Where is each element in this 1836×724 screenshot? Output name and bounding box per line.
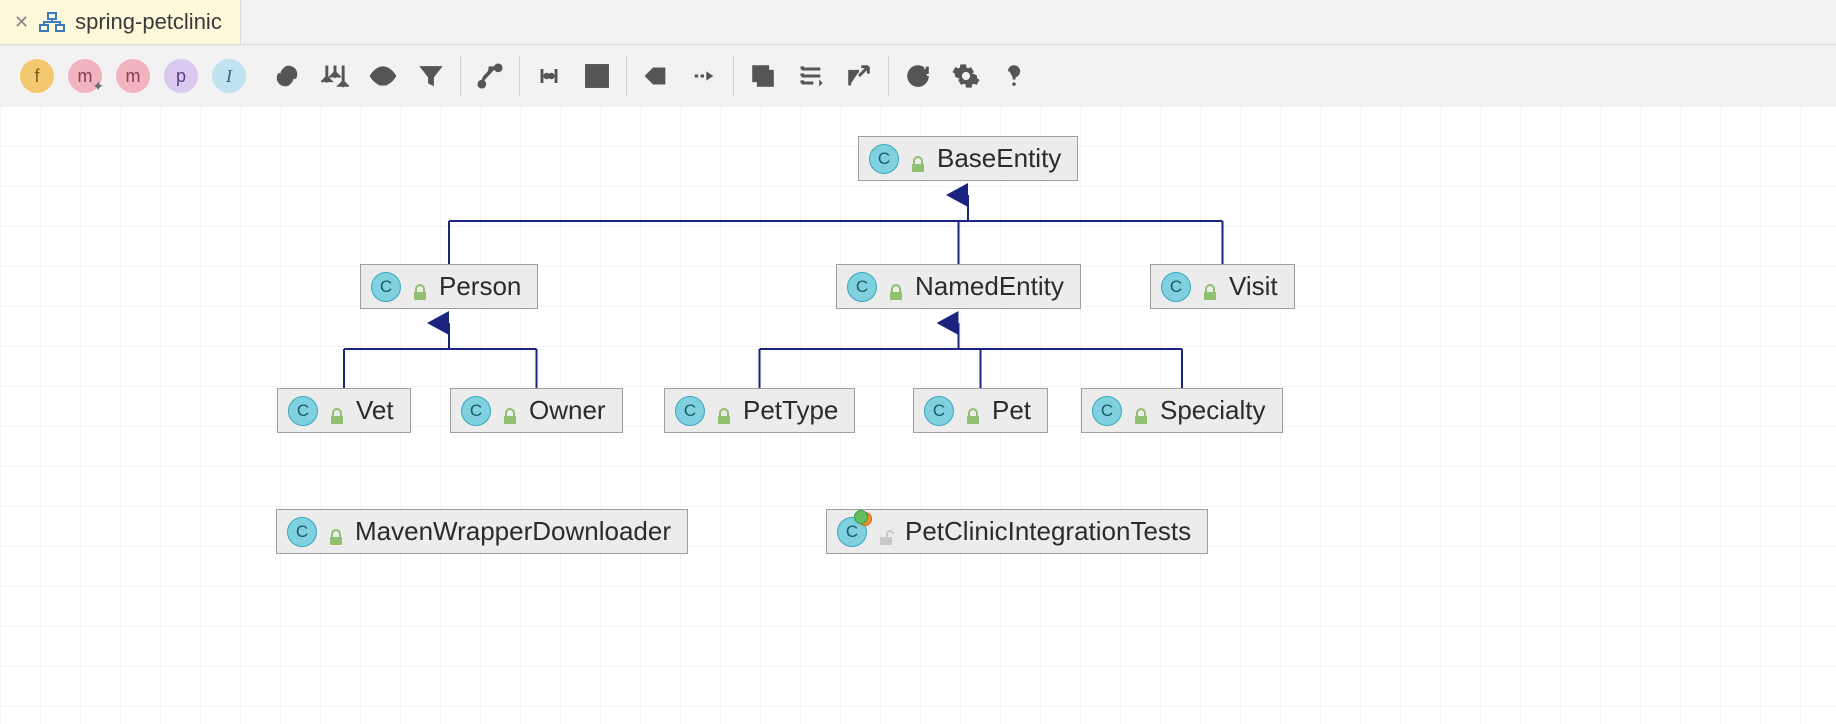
filter-methods-button[interactable]: m <box>116 59 150 93</box>
close-icon[interactable]: ✕ <box>14 12 29 33</box>
class-icon: C <box>288 396 318 426</box>
filter-fields-button[interactable]: f <box>20 59 54 93</box>
tab-title: spring-petclinic <box>75 9 222 35</box>
public-icon <box>1201 278 1219 296</box>
class-name-label: NamedEntity <box>915 271 1064 302</box>
class-node-vet[interactable]: C Vet <box>277 388 411 433</box>
settings-button[interactable] <box>949 59 983 93</box>
filter-constructors-button[interactable]: m✦ <box>68 59 102 93</box>
diagram-icon <box>39 12 65 32</box>
show-dependencies-button[interactable] <box>270 59 304 93</box>
public-icon <box>1132 402 1150 420</box>
refresh-button[interactable] <box>901 59 935 93</box>
class-node-mavenWrapperDownloader[interactable]: C MavenWrapperDownloader <box>276 509 688 554</box>
copy-button[interactable] <box>746 59 780 93</box>
class-icon: C <box>1092 396 1122 426</box>
class-name-label: Vet <box>356 395 394 426</box>
class-node-petClinicIntegrationTests[interactable]: C PetClinicIntegrationTests <box>826 509 1208 554</box>
class-name-label: BaseEntity <box>937 143 1061 174</box>
class-icon: C <box>675 396 705 426</box>
tab-bar: ✕ spring-petclinic <box>0 0 1836 45</box>
class-icon: C <box>869 144 899 174</box>
class-node-owner[interactable]: C Owner <box>450 388 623 433</box>
layout-button[interactable] <box>318 59 352 93</box>
public-icon <box>328 402 346 420</box>
class-node-petType[interactable]: C PetType <box>664 388 855 433</box>
route-edges-button[interactable] <box>473 59 507 93</box>
class-icon: C <box>1161 272 1191 302</box>
class-node-baseEntity[interactable]: C BaseEntity <box>858 136 1078 181</box>
show-implementations-button[interactable] <box>687 59 721 93</box>
class-name-label: PetClinicIntegrationTests <box>905 516 1191 547</box>
class-node-specialty[interactable]: C Specialty <box>1081 388 1283 433</box>
toolbar: f m✦ m p I <box>0 45 1836 108</box>
public-icon <box>715 402 733 420</box>
class-icon: C <box>461 396 491 426</box>
public-icon <box>909 150 927 168</box>
show-parents-button[interactable] <box>639 59 673 93</box>
public-icon <box>964 402 982 420</box>
class-name-label: MavenWrapperDownloader <box>355 516 671 547</box>
class-name-label: Owner <box>529 395 606 426</box>
filter-inner-classes-button[interactable]: I <box>212 59 246 93</box>
help-button[interactable] <box>997 59 1031 93</box>
class-icon: C <box>924 396 954 426</box>
tab-spring-petclinic[interactable]: ✕ spring-petclinic <box>0 0 241 44</box>
class-icon: C <box>287 517 317 547</box>
fit-content-button[interactable] <box>580 59 614 93</box>
filter-button[interactable] <box>414 59 448 93</box>
class-node-pet[interactable]: C Pet <box>913 388 1048 433</box>
diagram-canvas[interactable]: C BaseEntity C Person C NamedEntity C Visit C Vet… <box>0 106 1836 724</box>
class-node-visit[interactable]: C Visit <box>1150 264 1295 309</box>
export-button[interactable] <box>842 59 876 93</box>
class-icon: C <box>371 272 401 302</box>
class-name-label: Pet <box>992 395 1031 426</box>
class-name-label: Specialty <box>1160 395 1266 426</box>
public-icon <box>411 278 429 296</box>
edit-button[interactable] <box>794 59 828 93</box>
public-icon <box>501 402 519 420</box>
package-private-icon <box>877 523 895 541</box>
public-icon <box>887 278 905 296</box>
class-name-label: Person <box>439 271 521 302</box>
public-icon <box>327 523 345 541</box>
class-icon: C <box>837 517 867 547</box>
show-visibility-button[interactable] <box>366 59 400 93</box>
class-icon: C <box>847 272 877 302</box>
class-node-person[interactable]: C Person <box>360 264 538 309</box>
class-name-label: PetType <box>743 395 838 426</box>
actual-size-button[interactable] <box>532 59 566 93</box>
class-name-label: Visit <box>1229 271 1278 302</box>
filter-properties-button[interactable]: p <box>164 59 198 93</box>
class-node-namedEntity[interactable]: C NamedEntity <box>836 264 1081 309</box>
